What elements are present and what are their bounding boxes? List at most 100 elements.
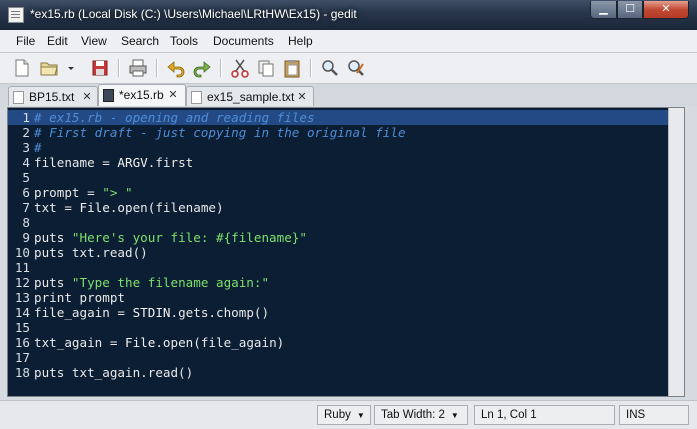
paste-icon[interactable] <box>281 57 303 79</box>
code-text: puts txt_again.read() <box>34 365 193 380</box>
code-line[interactable]: 12 puts "Type the filename again:" <box>8 275 668 290</box>
code-token: txt_again = <box>34 335 125 350</box>
title-bar[interactable]: *ex15.rb (Local Disk (C:) \Users\Michael… <box>0 0 697 30</box>
code-token: .first <box>147 155 194 170</box>
line-number: 3 <box>22 140 30 155</box>
line-number: 12 <box>14 275 30 290</box>
line-number: 16 <box>14 335 30 350</box>
tab-label: ex15_sample.txt <box>207 90 295 104</box>
code-line[interactable]: 17 <box>8 350 668 365</box>
window-title: *ex15.rb (Local Disk (C:) \Users\Michael… <box>30 7 357 21</box>
undo-icon[interactable] <box>165 57 187 79</box>
code-line[interactable]: 5 <box>8 170 668 185</box>
print-icon[interactable] <box>127 57 149 79</box>
menu-view[interactable]: View <box>81 34 107 48</box>
language-selector[interactable]: Ruby ▼ <box>317 405 371 425</box>
find-icon[interactable] <box>319 57 341 79</box>
code-line[interactable]: 11 <box>8 260 668 275</box>
open-dropdown-chevron-down-icon[interactable] <box>64 57 78 79</box>
close-tab-icon[interactable]: ✕ <box>81 91 93 103</box>
code-token: puts <box>34 230 72 245</box>
code-line[interactable]: 8 <box>8 215 668 230</box>
code-line[interactable]: 1 # ex15.rb - opening and reading files <box>8 110 668 125</box>
code-line[interactable]: 6 prompt = "> " <box>8 185 668 200</box>
chevron-down-icon: ▼ <box>356 411 365 420</box>
line-number: 17 <box>14 350 30 365</box>
toolbar <box>0 53 697 84</box>
code-token: file_again = <box>34 305 133 320</box>
chevron-down-icon: ▼ <box>450 411 459 420</box>
maximize-button[interactable]: ☐ <box>617 1 643 19</box>
code-line[interactable]: 4 filename = ARGV.first <box>8 155 668 170</box>
code-line[interactable]: 14 file_again = STDIN.gets.chomp() <box>8 305 668 320</box>
menu-help[interactable]: Help <box>288 34 313 48</box>
insert-mode: INS <box>619 405 689 425</box>
menu-documents[interactable]: Documents <box>213 34 274 48</box>
menu-edit[interactable]: Edit <box>47 34 68 48</box>
code-line[interactable]: 9 puts "Here's your file: #{filename}" <box>8 230 668 245</box>
code-text: print prompt <box>34 290 125 305</box>
tab-ex15-sample-txt[interactable]: ex15_sample.txt ✕ <box>186 86 314 106</box>
code-line[interactable]: 15 <box>8 320 668 335</box>
line-number: 1 <box>22 110 30 125</box>
code-text: puts txt.read() <box>34 245 148 260</box>
code-text: prompt = "> " <box>34 185 133 200</box>
open-folder-icon[interactable] <box>38 57 60 79</box>
line-number: 18 <box>14 365 30 380</box>
code-token: puts txt.read() <box>34 245 148 260</box>
code-token: # First draft - just copying in the orig… <box>34 125 406 140</box>
code-line[interactable]: 16 txt_again = File.open(file_again) <box>8 335 668 350</box>
code-text: # <box>34 140 42 155</box>
code-line[interactable]: 18 puts txt_again.read() <box>8 365 668 380</box>
code-text: puts "Here's your file: #{filename}" <box>34 230 307 245</box>
new-document-icon[interactable] <box>11 57 33 79</box>
code-text: file_again = STDIN.gets.chomp() <box>34 305 269 320</box>
line-number: 11 <box>14 260 30 275</box>
toolbar-separator <box>118 59 119 77</box>
line-number: 15 <box>14 320 30 335</box>
menu-file[interactable]: File <box>16 34 35 48</box>
code-text: # ex15.rb - opening and reading files <box>34 110 315 125</box>
status-bar: Ruby ▼ Tab Width: 2 ▼ Ln 1, Col 1 INS <box>0 400 697 429</box>
code-text: txt = File.open(filename) <box>34 200 224 215</box>
tab-width-label: Tab Width: 2 <box>381 409 445 421</box>
tab-width-selector[interactable]: Tab Width: 2 ▼ <box>374 405 468 425</box>
code-line[interactable]: 3 # <box>8 140 668 155</box>
menu-bar: File Edit View Search Tools Documents He… <box>0 30 697 53</box>
code-text: # First draft - just copying in the orig… <box>34 125 406 140</box>
tab-ex15-rb[interactable]: *ex15.rb ✕ <box>98 84 186 106</box>
minimize-button[interactable]: ▁ <box>590 1 617 19</box>
menu-search[interactable]: Search <box>121 34 159 48</box>
line-number: 7 <box>22 200 30 215</box>
close-window-button[interactable]: ✕ <box>643 1 689 19</box>
toolbar-separator <box>220 59 221 77</box>
code-token: .open(file_again) <box>155 335 285 350</box>
cursor-position: Ln 1, Col 1 <box>474 405 615 425</box>
code-text: txt_again = File.open(file_again) <box>34 335 284 350</box>
close-tab-icon[interactable]: ✕ <box>167 89 179 101</box>
code-token: File <box>79 200 110 215</box>
line-number: 4 <box>22 155 30 170</box>
code-token: prompt = <box>34 185 103 200</box>
tab-bp15-txt[interactable]: BP15.txt ✕ <box>8 86 98 106</box>
redo-icon[interactable] <box>191 57 213 79</box>
ruby-file-icon <box>103 89 114 102</box>
text-file-icon <box>13 91 24 104</box>
copy-icon[interactable] <box>255 57 277 79</box>
code-line[interactable]: 13 print prompt <box>8 290 668 305</box>
code-line[interactable]: 2 # First draft - just copying in the ori… <box>8 125 668 140</box>
vertical-scrollbar[interactable] <box>668 108 684 396</box>
save-icon[interactable] <box>89 57 111 79</box>
close-tab-icon[interactable]: ✕ <box>296 91 308 103</box>
code-line[interactable]: 10 puts txt.read() <box>8 245 668 260</box>
gedit-app-icon[interactable] <box>8 7 24 23</box>
code-line[interactable]: 7 txt = File.open(filename) <box>8 200 668 215</box>
menu-tools[interactable]: Tools <box>170 34 198 48</box>
line-number: 2 <box>22 125 30 140</box>
line-number: 9 <box>22 230 30 245</box>
find-replace-icon[interactable] <box>345 57 367 79</box>
code-editor[interactable]: 1 # ex15.rb - opening and reading files 2 #… <box>7 107 685 397</box>
code-token: .open(filename) <box>109 200 224 215</box>
cut-icon[interactable] <box>229 57 251 79</box>
code-token: # ex15.rb - opening and reading files <box>34 110 315 125</box>
